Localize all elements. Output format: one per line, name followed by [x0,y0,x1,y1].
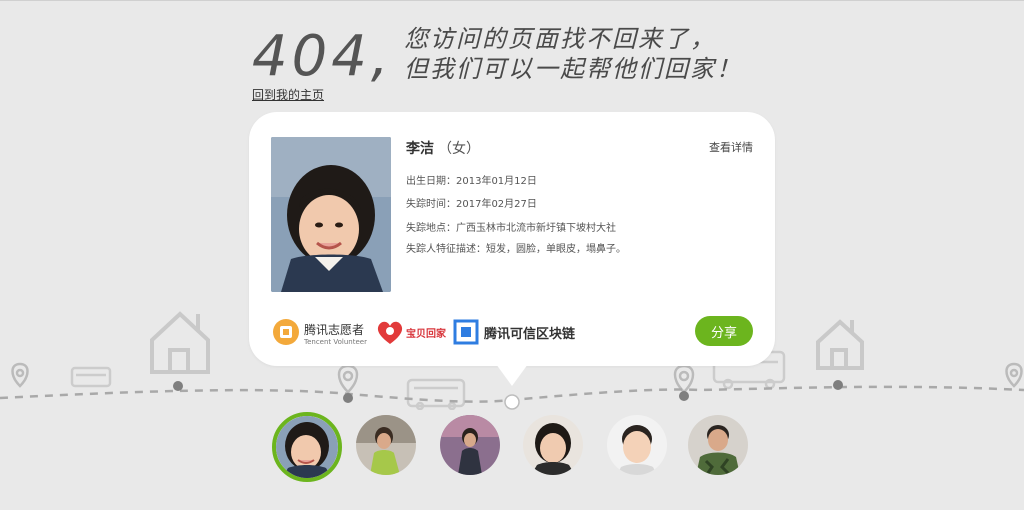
view-details-link[interactable]: 查看详情 [709,139,753,155]
road-milestone [173,381,183,391]
person-gender: （女） [438,141,480,157]
tencent-blockchain-text: 腾讯可信区块链 [484,326,576,342]
blockchain-icon [453,319,479,345]
child-photo-3 [440,415,500,475]
tencent-volunteer-logo[interactable]: 腾讯志愿者 Tencent Volunteer [271,315,367,349]
missing-child-photo [271,137,391,292]
location-pin-icon [1005,362,1023,388]
home-link[interactable]: 回到我的主页 [252,86,324,103]
missing-time-label: 失踪时间： [406,199,456,210]
child-avatar-6[interactable] [688,415,748,475]
location-pin-icon [673,364,695,394]
baobei-logo[interactable]: 宝贝回家 [375,315,446,349]
house-icon [816,319,864,370]
location-pin-icon [337,364,359,394]
missing-time-row: 失踪时间：2017年02月27日 [406,195,537,210]
child-avatar-3[interactable] [440,415,500,475]
features-row: 失踪人特征描述：短发，圆脸，单眼皮，塌鼻子。 [406,240,626,255]
missing-place-value: 广西玉林市北流市新圩镇下坡村大社 [456,223,616,234]
child-photo-1 [276,416,338,478]
missing-person-card: 李洁 （女） 查看详情 出生日期：2013年01月12日 失踪时间：2017年02… [249,112,775,366]
child-photo-2 [356,415,416,475]
bus-icon [70,366,112,388]
location-pin-icon [11,362,29,388]
road-milestone-current [504,394,520,410]
birth-date-label: 出生日期： [406,176,456,187]
road-milestone [833,380,843,390]
birth-date-row: 出生日期：2013年01月12日 [406,172,537,187]
top-divider [0,0,1024,1]
person-name: 李洁 [406,141,434,157]
tencent-blockchain-logo[interactable]: 腾讯可信区块链 [453,315,575,349]
features-value: 短发，圆脸，单眼皮，塌鼻子。 [486,244,626,255]
error-message-line2: 但我们可以一起帮他们回家！ [404,55,742,83]
missing-place-row: 失踪地点：广西玉林市北流市新圩镇下坡村大社 [406,219,616,234]
child-avatar-1[interactable] [272,412,342,482]
child-photo-5 [607,415,667,475]
card-pointer [496,364,528,386]
child-avatar-4[interactable] [523,415,583,475]
missing-place-label: 失踪地点： [406,223,456,234]
error-message: 您访问的页面找不回来了， 但我们可以一起帮他们回家！ [404,24,824,84]
child-avatar-5[interactable] [607,415,667,475]
tencent-volunteer-icon [273,319,299,345]
birth-date-value: 2013年01月12日 [456,176,537,187]
child-photo-4 [523,415,583,475]
bus-icon [406,378,466,410]
share-button[interactable]: 分享 [695,316,753,346]
error-message-line1: 您访问的页面找不回来了， [404,25,716,53]
house-icon [150,311,210,374]
child-photo-6 [688,415,748,475]
partner-logos: 腾讯志愿者 Tencent Volunteer 宝贝回家 腾讯可信区块链 [271,315,611,349]
tencent-volunteer-en-text: Tencent Volunteer [304,337,367,346]
missing-time-value: 2017年02月27日 [456,199,537,210]
tencent-volunteer-text: 腾讯志愿者 [304,322,365,337]
road-milestone [679,391,689,401]
baobei-text: 宝贝回家 [406,328,446,340]
avatar-carousel [270,412,770,482]
child-avatar-2[interactable] [356,415,416,475]
road-milestone [343,393,353,403]
person-name-row: 李洁 （女） [406,138,480,158]
heart-icon [377,321,403,344]
error-code: 404, [252,24,393,89]
features-label: 失踪人特征描述： [406,244,486,255]
